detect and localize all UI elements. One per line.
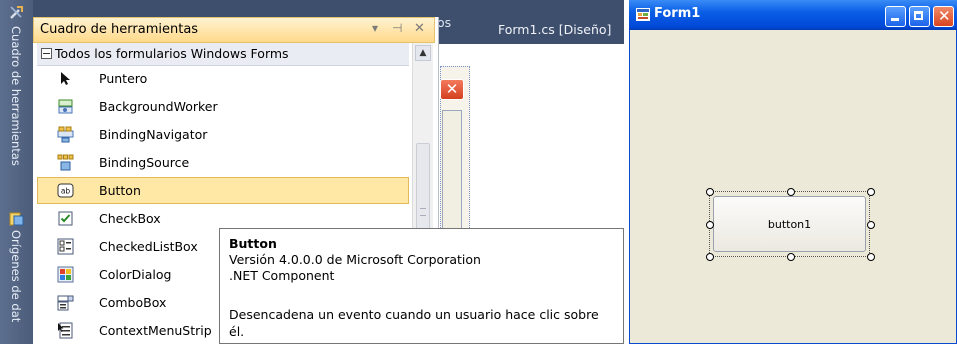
side-tab-toolbox[interactable]: Cuadro de herramientas — [0, 0, 33, 205]
toolbox-item-bindingnavigator[interactable]: BindingNavigator — [37, 121, 409, 148]
button1[interactable]: button1 — [713, 196, 866, 252]
form1-title: Form1 — [654, 6, 701, 21]
form-icon — [636, 8, 650, 21]
toolbox-item-label: BackgroundWorker — [99, 99, 218, 114]
button-tooltip: Button Versión 4.0.0.0 de Microsoft Corp… — [219, 228, 624, 344]
side-tab-datasources-label: Orígenes de dat — [9, 230, 23, 323]
toolbox-item-label: ContextMenuStrip — [99, 323, 212, 338]
resize-handle-se[interactable] — [867, 253, 875, 261]
checkbox-tool-icon — [58, 211, 73, 226]
toolbox-item-backgroundworker[interactable]: BackgroundWorker — [37, 93, 409, 120]
button-tool-icon: ab — [57, 183, 74, 198]
combobox-tool-icon — [57, 295, 74, 311]
datasource-icon — [9, 212, 24, 226]
toolbox-titlebar: Cuadro de herramientas ▾ ⊣ ✕ — [33, 17, 435, 43]
toolbox-group-label: Todos los formularios Windows Forms — [55, 46, 289, 61]
minimize-icon[interactable] — [885, 6, 906, 27]
pin-icon[interactable]: ⊣ — [392, 21, 402, 35]
side-tab-datasources[interactable]: Orígenes de dat — [0, 208, 33, 344]
checked-listbox-icon — [57, 238, 74, 255]
scroll-up-icon[interactable]: ▲ — [415, 45, 431, 61]
tooltip-description-cont: él. — [229, 324, 245, 339]
tab-partial[interactable]: os — [437, 15, 451, 30]
close-window-icon[interactable]: ✕ — [933, 6, 954, 27]
pointer-icon — [61, 72, 70, 85]
toolbox-item-bindingsource[interactable]: BindingSource — [37, 149, 409, 176]
resize-handle-e[interactable] — [867, 221, 875, 229]
resize-handle-w[interactable] — [706, 221, 714, 229]
toolbox-item-label: Button — [99, 183, 141, 198]
tab-form1-designer[interactable]: Form1.cs [Diseño] — [490, 15, 620, 43]
toolbox-item-pointer[interactable]: Puntero — [37, 65, 409, 92]
side-tab-toolbox-label: Cuadro de herramientas — [9, 26, 23, 166]
binding-source-icon — [57, 154, 74, 171]
resize-handle-ne[interactable] — [867, 188, 875, 196]
scrollbar-grip — [420, 208, 426, 216]
toolbox-item-button[interactable]: ab Button — [37, 177, 409, 204]
toolbox-item-label: ColorDialog — [99, 267, 172, 282]
tab-form1-designer-label: Form1.cs [Diseño] — [498, 22, 612, 37]
resize-handle-s[interactable] — [787, 253, 795, 261]
context-menu-strip-icon — [58, 322, 73, 339]
resize-handle-sw[interactable] — [706, 253, 714, 261]
toolbox-item-label: BindingNavigator — [99, 127, 208, 142]
svg-text:ab: ab — [61, 187, 71, 196]
toolbox-item-label: CheckedListBox — [99, 239, 198, 254]
collapse-icon[interactable] — [41, 48, 52, 59]
designer-form-close-icon: ✕ — [440, 79, 464, 100]
close-icon[interactable]: ✕ — [414, 21, 425, 36]
toolbox-title: Cuadro de herramientas — [40, 22, 199, 37]
tooltip-version: Versión 4.0.0.0 de Microsoft Corporation — [229, 252, 481, 267]
resize-handle-nw[interactable] — [706, 188, 714, 196]
button1-label: button1 — [767, 218, 812, 231]
toolbox-group-header[interactable]: Todos los formularios Windows Forms — [37, 43, 409, 66]
maximize-icon[interactable] — [909, 6, 930, 27]
tooltip-title: Button — [229, 236, 277, 251]
tooltip-component: .NET Component — [229, 268, 335, 283]
color-dialog-icon — [57, 266, 74, 283]
tooltip-description: Desencadena un evento cuando un usuario … — [229, 307, 599, 322]
dropdown-arrow-icon[interactable]: ▾ — [372, 21, 378, 35]
toolbox-item-label: Puntero — [99, 71, 148, 86]
tools-icon — [10, 6, 23, 19]
toolbox-item-label: ComboBox — [99, 295, 167, 310]
binding-navigator-icon — [57, 126, 74, 143]
form1-titlebar: Form1 ✕ — [629, 0, 957, 30]
toolbox-item-label: CheckBox — [99, 211, 161, 226]
resize-handle-n[interactable] — [787, 188, 795, 196]
toolbox-item-label: BindingSource — [99, 155, 190, 170]
form1-window — [629, 0, 957, 344]
side-tab-strip: Cuadro de herramientas Orígenes de dat — [0, 0, 33, 344]
background-worker-icon — [58, 99, 73, 114]
